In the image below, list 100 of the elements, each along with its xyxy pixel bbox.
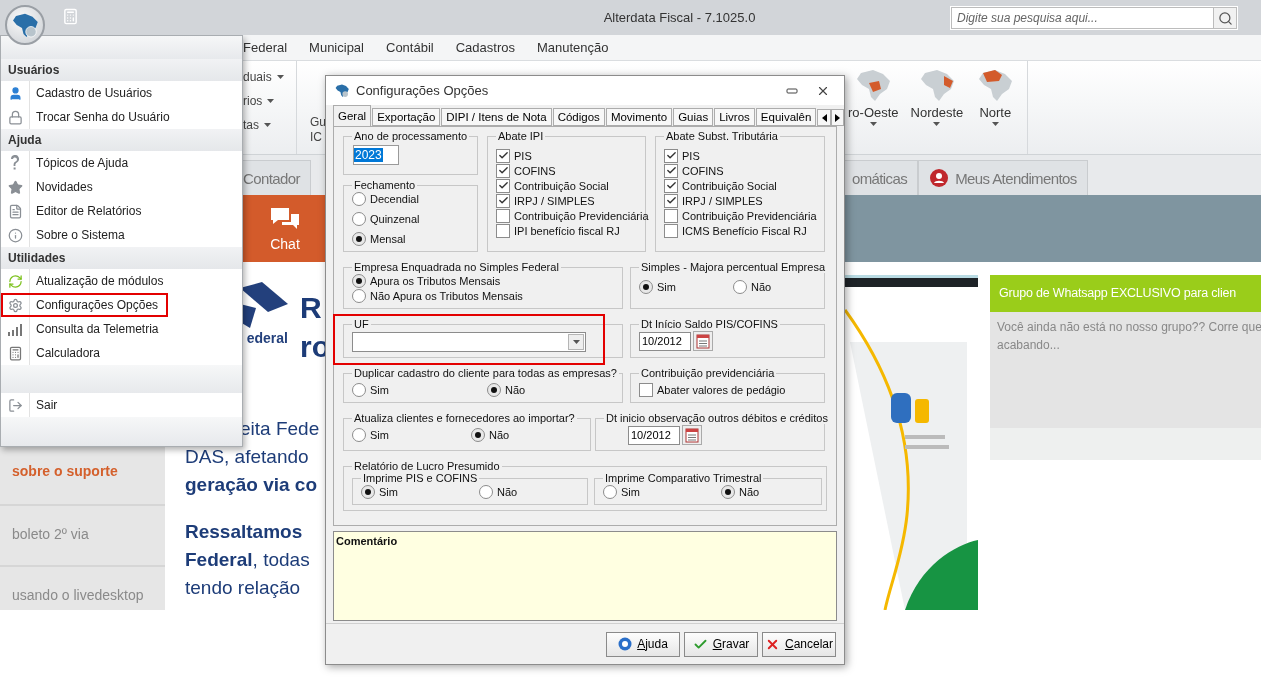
menu-item[interactable]: Sair [1, 393, 242, 417]
menu-item[interactable]: Consulta da Telemetria [1, 317, 242, 341]
caret-icon [264, 123, 271, 127]
tab[interactable]: Equivalên [755, 108, 817, 126]
menu-item[interactable]: Sobre o Sistema [1, 223, 242, 247]
radio-button[interactable]: Sim [639, 279, 733, 294]
checkbox[interactable]: Abater valores de pedágio [639, 382, 816, 397]
tab[interactable]: Movimento [605, 108, 673, 126]
region-button[interactable]: ro-Oeste [848, 61, 899, 154]
dropdown-button[interactable] [568, 334, 584, 350]
app-menu-button[interactable] [5, 5, 45, 45]
gear-icon [7, 297, 23, 313]
tab[interactable]: Guias [673, 108, 714, 126]
ribbon-tab[interactable]: Municipal [309, 40, 364, 55]
checkbox[interactable]: PIS [664, 148, 816, 163]
menu-item[interactable]: Calculadora [1, 341, 242, 365]
checkbox[interactable]: ICMS Benefício Fiscal RJ [664, 223, 816, 238]
checkbox[interactable]: Contribuição Social [664, 178, 816, 193]
checkbox[interactable]: Contribuição Previdenciária [664, 208, 817, 223]
year-field[interactable]: 2023 [353, 145, 399, 165]
tab[interactable]: Códigos [552, 108, 605, 126]
search-button[interactable] [1213, 7, 1237, 29]
group-label: Simples - Majora percentual Empresa [640, 261, 827, 273]
comment-box[interactable]: Comentário [333, 531, 837, 621]
check-icon [497, 195, 509, 206]
group-label: Dt inicio observação outros débitos e créditos [605, 412, 829, 424]
radio-button[interactable]: Decendial [352, 191, 469, 206]
info-icon [7, 227, 23, 243]
help-button[interactable]: Ajuda [606, 631, 680, 657]
tab[interactable]: Geral [333, 105, 372, 126]
radio-button[interactable]: Não [487, 382, 614, 397]
tab[interactable]: Livros [714, 108, 755, 126]
ribbon-menu-item[interactable]: tas [243, 117, 296, 133]
search-field[interactable]: Digite sua pesquisa aqui... [951, 7, 1213, 29]
checkbox[interactable]: IPI benefício fiscal RJ [496, 223, 637, 238]
check-icon [497, 150, 509, 161]
question-icon [10, 155, 20, 171]
calendar-icon [696, 333, 710, 349]
comment-label: Comentário [336, 535, 398, 547]
uf-dropdown[interactable] [352, 332, 586, 352]
checkbox[interactable]: COFINS [664, 163, 816, 178]
caret-icon [869, 122, 877, 126]
group-label: Fechamento [353, 179, 417, 191]
ribbon-tab[interactable]: Manutenção [536, 40, 609, 55]
calendar-button[interactable] [682, 425, 702, 445]
checkbox[interactable]: IRPJ / SIMPLES [664, 193, 816, 208]
menu-item[interactable]: Novidades [1, 175, 242, 199]
menu-item[interactable]: Tópicos de Ajuda [1, 151, 242, 175]
calculator-icon [7, 345, 23, 361]
menu-item[interactable]: Cadastro de Usuários [1, 81, 242, 105]
checkbox[interactable]: Contribuição Previdenciária [496, 208, 649, 223]
date-field[interactable]: 10/2012 [639, 331, 691, 351]
group-label: Abate IPI [497, 130, 545, 142]
checkbox[interactable]: PIS [496, 148, 637, 163]
radio-button[interactable]: Apura os Tributos Mensais [352, 273, 614, 288]
cancel-button[interactable]: Cancelar [762, 631, 836, 657]
tab[interactable]: Exportação [372, 108, 441, 126]
menu-item[interactable]: Trocar Senha do Usuário [1, 105, 242, 129]
menu-item[interactable]: Atualização de módulos [1, 269, 242, 293]
region-button[interactable]: Norte [975, 61, 1016, 154]
ribbon-tab[interactable]: Cadastros [455, 40, 515, 55]
group-label: Imprime Comparativo Trimestral [604, 472, 763, 484]
radio-button[interactable]: Sim [352, 427, 471, 442]
date-field[interactable]: 10/2012 [628, 425, 680, 445]
check-icon [665, 165, 677, 176]
checkbox[interactable]: COFINS [496, 163, 637, 178]
radio-button[interactable]: Mensal [352, 231, 469, 246]
caret-icon [267, 99, 275, 103]
support-icon [929, 168, 950, 188]
radio-button[interactable]: Não [733, 279, 816, 294]
radio-button[interactable]: Não [721, 484, 813, 499]
app-title: Alterdata Fiscal - 7.1025.0 [602, 9, 757, 27]
radio-button[interactable]: Não Apura os Tributos Mensais [352, 288, 614, 303]
ribbon-menu-item[interactable]: duais [243, 69, 296, 85]
region-button[interactable]: Nordeste [910, 61, 964, 154]
group-label: Empresa Enquadrada no Simples Federal [353, 261, 560, 273]
scroll-left-button[interactable] [817, 109, 831, 126]
menu-item[interactable]: Editor de Relatórios [1, 199, 242, 223]
ribbon-menu-item[interactable]: rios [243, 93, 296, 109]
caret-icon [933, 122, 941, 126]
radio-button[interactable]: Sim [361, 484, 479, 499]
ribbon-tab[interactable]: Federal [243, 40, 288, 55]
check-icon [497, 180, 509, 191]
radio-button[interactable]: Sim [352, 382, 487, 397]
checkbox[interactable]: IRPJ / SIMPLES [496, 193, 637, 208]
calendar-button[interactable] [693, 331, 713, 351]
radio-button[interactable]: Não [479, 484, 579, 499]
save-button[interactable]: Gravar [684, 631, 758, 657]
checkbox[interactable]: Contribuição Social [496, 178, 637, 193]
radio-button[interactable]: Quinzenal [352, 211, 469, 226]
ribbon-button[interactable]: Gu IC [310, 61, 324, 154]
tab[interactable]: DIPI / Itens de Nota [441, 108, 552, 126]
radio-button[interactable]: Não [471, 427, 582, 442]
caret-icon [991, 122, 999, 126]
page-tab[interactable]: Meus Atendimentos [918, 160, 1088, 195]
group-label: Contribuição previdenciária [640, 367, 776, 379]
radio-button[interactable]: Sim [603, 484, 721, 499]
card-text: Você ainda não está no nosso grupo?? Corre que acabando... [996, 319, 1261, 354]
ribbon-tab[interactable]: Contábil [386, 40, 434, 55]
menu-item[interactable]: Configurações Opções [1, 293, 242, 317]
